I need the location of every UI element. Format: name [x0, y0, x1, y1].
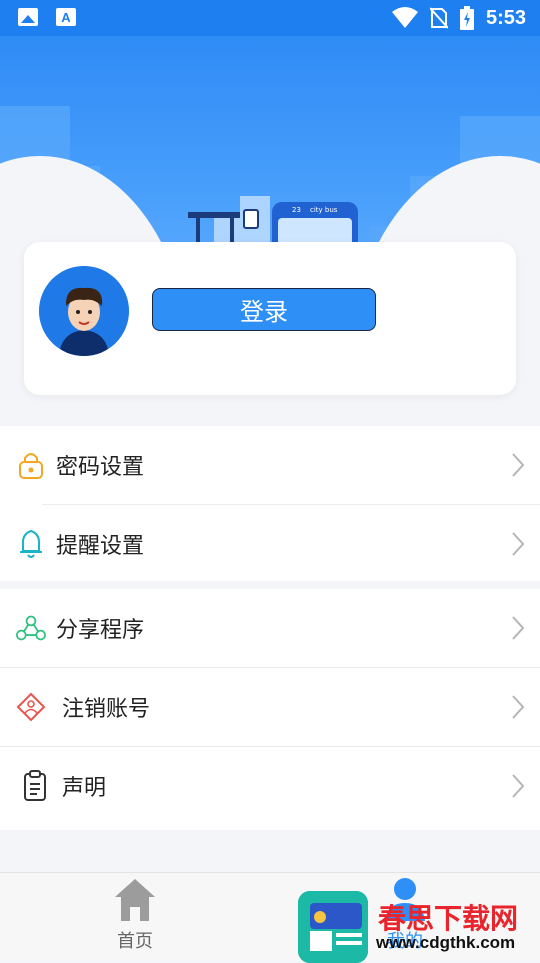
- svg-text:city bus: city bus: [310, 206, 338, 214]
- wifi-icon: [391, 7, 418, 28]
- a-icon: A: [56, 8, 76, 26]
- status-time: 5:53: [485, 6, 526, 29]
- home-icon: [115, 879, 155, 921]
- battery-icon: [459, 6, 474, 30]
- svg-text:23: 23: [292, 206, 301, 214]
- tab-home-label: 首页: [117, 931, 153, 952]
- menu-group-settings: 密码设置 提醒设置: [0, 426, 540, 581]
- image-icon: [18, 8, 38, 26]
- menu-item-statement[interactable]: 声明: [0, 747, 540, 825]
- menu-group-more: 分享程序 注销账号 声明: [0, 589, 540, 830]
- user-diamond-icon: [16, 692, 46, 722]
- tab-home[interactable]: 首页: [55, 873, 215, 961]
- chevron-right-icon: [512, 453, 525, 477]
- menu-item-reminder[interactable]: 提醒设置: [0, 505, 540, 583]
- menu-item-share[interactable]: 分享程序: [0, 589, 540, 667]
- watermark-title: 春思下载网: [378, 902, 519, 935]
- avatar[interactable]: [39, 266, 129, 356]
- chevron-right-icon: [512, 774, 525, 798]
- chevron-right-icon: [512, 695, 525, 719]
- clipboard-icon: [20, 770, 50, 801]
- share-icon: [16, 613, 46, 643]
- chevron-right-icon: [512, 616, 525, 640]
- menu-item-deactivate[interactable]: 注销账号: [0, 668, 540, 746]
- lock-icon: [16, 450, 46, 480]
- no-sim-icon: [429, 7, 448, 29]
- profile-card: 登录: [24, 242, 516, 395]
- bell-icon: [16, 529, 46, 559]
- status-bar: A 5:53: [0, 0, 540, 36]
- login-button[interactable]: 登录: [152, 288, 376, 331]
- watermark-logo: [298, 891, 368, 963]
- menu-label-share: 分享程序: [56, 618, 145, 643]
- menu-label-statement: 声明: [62, 776, 107, 801]
- bottom-tab-bar: 首页 我的 春思下载网 www.cdgthk.com: [0, 872, 540, 963]
- watermark: 春思下载网 www.cdgthk.com: [298, 875, 536, 963]
- chevron-right-icon: [512, 532, 525, 556]
- menu-label-reminder: 提醒设置: [56, 534, 145, 559]
- menu-label-deactivate: 注销账号: [62, 697, 151, 722]
- menu-item-password[interactable]: 密码设置: [0, 426, 540, 504]
- menu-label-password: 密码设置: [56, 455, 145, 480]
- watermark-url: www.cdgthk.com: [376, 933, 516, 952]
